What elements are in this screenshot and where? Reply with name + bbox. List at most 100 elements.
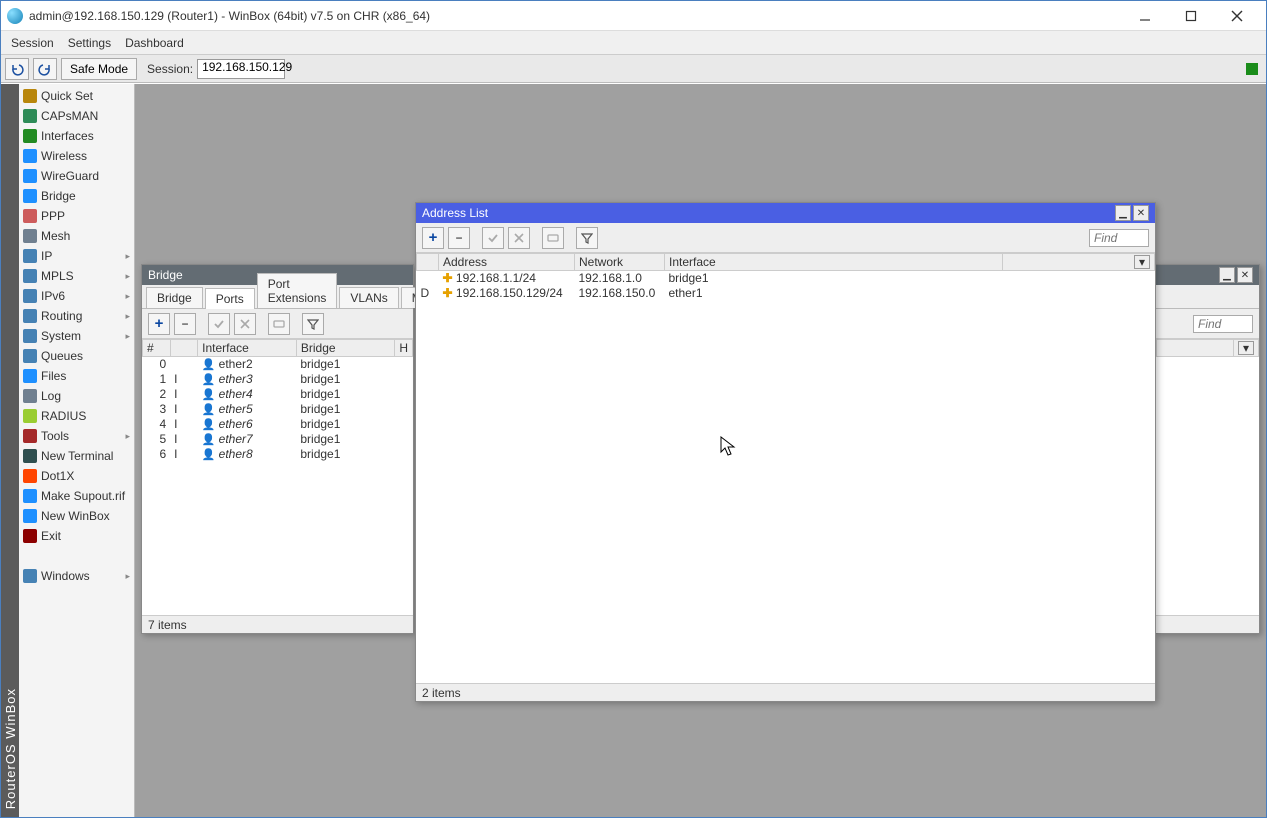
menu-session[interactable]: Session (11, 36, 54, 50)
tab-bridge[interactable]: Bridge (146, 287, 203, 308)
main-window: admin@192.168.150.129 (Router1) - WinBox… (0, 0, 1267, 818)
minimize-button[interactable] (1122, 2, 1168, 30)
sidebar-item-dot1x[interactable]: Dot1X (19, 466, 134, 486)
sidebar-item-capsman[interactable]: CAPsMAN (19, 106, 134, 126)
table-row[interactable]: 0👤 ether2bridge1 (143, 357, 413, 372)
addr-close-button[interactable]: ✕ (1133, 205, 1149, 221)
titlebar: admin@192.168.150.129 (Router1) - WinBox… (1, 1, 1266, 31)
bg-close-button[interactable]: ✕ (1237, 267, 1253, 283)
column-header[interactable] (170, 340, 197, 357)
canvas: Bridge BridgePortsPort ExtensionsVLANsMS… (135, 84, 1266, 817)
sidebar-item-interfaces[interactable]: Interfaces (19, 126, 134, 146)
column-header[interactable]: Bridge (296, 340, 394, 357)
column-header[interactable]: Interface (198, 340, 297, 357)
background-window: ▁ ✕ ▾ (1155, 264, 1260, 634)
sidebar-item-mpls[interactable]: MPLS▸ (19, 266, 134, 286)
sidebar-item-new-winbox[interactable]: New WinBox (19, 506, 134, 526)
tab-vlans[interactable]: VLANs (339, 287, 398, 308)
column-dropdown[interactable]: ▾ (1134, 255, 1150, 269)
sidebar-icon (23, 149, 37, 163)
add-button[interactable]: + (148, 313, 170, 335)
tab-ports[interactable]: Ports (205, 288, 255, 309)
sidebar-item-new-terminal[interactable]: New Terminal (19, 446, 134, 466)
addr-remove-button[interactable]: − (448, 227, 470, 249)
comment-button[interactable] (268, 313, 290, 335)
table-row[interactable]: ✚ 192.168.1.1/24192.168.1.0bridge1 (417, 271, 1155, 286)
column-header[interactable] (417, 254, 439, 271)
chevron-right-icon: ▸ (125, 291, 130, 302)
redo-button[interactable] (33, 58, 57, 80)
table-row[interactable]: 3I👤 ether5bridge1 (143, 402, 413, 417)
sidebar-item-ppp[interactable]: PPP (19, 206, 134, 226)
bg-find-input[interactable] (1193, 315, 1253, 333)
sidebar-item-radius[interactable]: RADIUS (19, 406, 134, 426)
bg-min-button[interactable]: ▁ (1219, 267, 1235, 283)
sidebar-item-bridge[interactable]: Bridge (19, 186, 134, 206)
sidebar-item-log[interactable]: Log (19, 386, 134, 406)
addr-enable-button[interactable] (482, 227, 504, 249)
addr-comment-button[interactable] (542, 227, 564, 249)
sidebar-icon (23, 349, 37, 363)
sidebar-item-label: Files (41, 369, 66, 383)
sidebar-item-exit[interactable]: Exit (19, 526, 134, 546)
bg-tabs (1156, 285, 1259, 309)
menu-settings[interactable]: Settings (68, 36, 111, 50)
table-row[interactable]: 2I👤 ether4bridge1 (143, 387, 413, 402)
interface-icon: 👤 (202, 359, 216, 371)
safe-mode-button[interactable]: Safe Mode (61, 58, 137, 80)
sidebar-item-ipv6[interactable]: IPv6▸ (19, 286, 134, 306)
close-button[interactable] (1214, 2, 1260, 30)
addr-min-button[interactable]: ▁ (1115, 205, 1131, 221)
sidebar-icon (23, 309, 37, 323)
table-row[interactable]: 1I👤 ether3bridge1 (143, 372, 413, 387)
addr-add-button[interactable]: + (422, 227, 444, 249)
sidebar-item-system[interactable]: System▸ (19, 326, 134, 346)
disable-button[interactable] (234, 313, 256, 335)
addr-disable-button[interactable] (508, 227, 530, 249)
addr-filter-button[interactable] (576, 227, 598, 249)
sidebar-icon (23, 269, 37, 283)
sidebar-item-windows[interactable]: Windows▸ (19, 566, 134, 586)
column-header[interactable]: Address (439, 254, 575, 271)
bridge-table-area: # InterfaceBridgeH0👤 ether2bridge11I👤 eth… (142, 339, 413, 615)
column-header[interactable]: H (395, 340, 413, 357)
sidebar-icon (23, 89, 37, 103)
sidebar-item-label: Queues (41, 349, 83, 363)
remove-button[interactable]: − (174, 313, 196, 335)
column-header[interactable]: Interface (665, 254, 1003, 271)
sidebar-item-label: MPLS (41, 269, 74, 283)
sidebar-icon (23, 129, 37, 143)
table-row[interactable]: 4I👤 ether6bridge1 (143, 417, 413, 432)
sidebar-item-wireguard[interactable]: WireGuard (19, 166, 134, 186)
column-header[interactable]: Network (575, 254, 665, 271)
interface-icon: 👤 (202, 434, 216, 446)
sidebar-item-label: WireGuard (41, 169, 99, 183)
addr-find-input[interactable] (1089, 229, 1149, 247)
tab-port-extensions[interactable]: Port Extensions (257, 273, 338, 308)
sidebar-item-queues[interactable]: Queues (19, 346, 134, 366)
undo-button[interactable] (5, 58, 29, 80)
sidebar-item-label: Quick Set (41, 89, 93, 103)
filter-button[interactable] (302, 313, 324, 335)
address-list-window-title[interactable]: Address List ▁ ✕ (416, 203, 1155, 223)
sidebar-item-make-supout-rif[interactable]: Make Supout.rif (19, 486, 134, 506)
sidebar-item-label: Wireless (41, 149, 87, 163)
sidebar-item-routing[interactable]: Routing▸ (19, 306, 134, 326)
sidebar-item-files[interactable]: Files (19, 366, 134, 386)
bg-column-dropdown[interactable]: ▾ (1238, 341, 1254, 355)
maximize-button[interactable] (1168, 2, 1214, 30)
sidebar-item-wireless[interactable]: Wireless (19, 146, 134, 166)
sidebar-item-label: Make Supout.rif (41, 489, 125, 503)
sidebar-item-mesh[interactable]: Mesh (19, 226, 134, 246)
table-row[interactable]: 5I👤 ether7bridge1 (143, 432, 413, 447)
enable-button[interactable] (208, 313, 230, 335)
sidebar-item-ip[interactable]: IP▸ (19, 246, 134, 266)
table-row[interactable]: 6I👤 ether8bridge1 (143, 447, 413, 462)
chevron-right-icon: ▸ (125, 311, 130, 322)
sidebar-item-quick-set[interactable]: Quick Set (19, 86, 134, 106)
sidebar-item-tools[interactable]: Tools▸ (19, 426, 134, 446)
background-window-title[interactable]: ▁ ✕ (1156, 265, 1259, 285)
table-row[interactable]: D✚ 192.168.150.129/24192.168.150.0ether1 (417, 286, 1155, 301)
column-header[interactable]: # (143, 340, 171, 357)
menu-dashboard[interactable]: Dashboard (125, 36, 184, 50)
